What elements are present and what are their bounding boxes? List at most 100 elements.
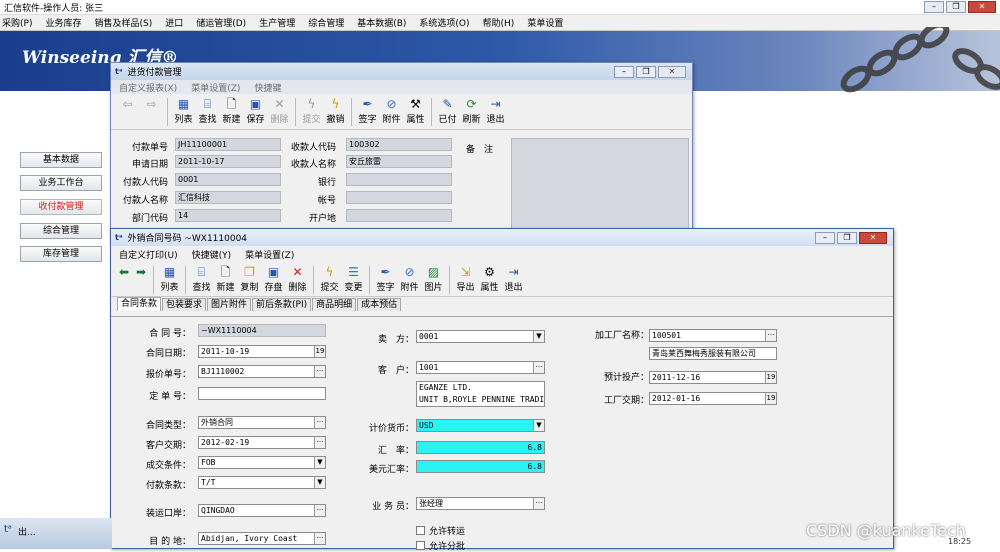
payer-code-field[interactable]: 0001 xyxy=(175,173,281,186)
chevron-down-icon[interactable]: ▼ xyxy=(314,477,325,488)
nav-workbench[interactable]: 业务工作台 xyxy=(20,175,102,191)
close-button[interactable]: ✕ xyxy=(859,231,887,244)
forward-arrow-icon[interactable]: ➡ xyxy=(134,265,148,279)
order-no-field[interactable] xyxy=(198,387,326,400)
change-button[interactable]: ☰ 变更 xyxy=(343,265,364,293)
list-button[interactable]: ▦ 列表 xyxy=(173,97,194,125)
menu-item[interactable]: 系统选项(O) xyxy=(419,16,469,29)
export-button[interactable]: ⇲ 导出 xyxy=(455,265,476,293)
back-arrow-icon[interactable]: ⬅ xyxy=(117,265,131,279)
exchange-rate-field[interactable]: 6.8 xyxy=(416,441,545,454)
remark-textarea[interactable] xyxy=(511,138,689,233)
menu-item[interactable]: 销售及样品(S) xyxy=(94,16,152,29)
ellipsis-icon[interactable]: ··· xyxy=(314,437,325,448)
port-field[interactable]: QINGDAO ··· xyxy=(198,504,326,517)
attachment-button[interactable]: ⊘ 附件 xyxy=(381,97,402,125)
maximize-button[interactable]: ❐ xyxy=(837,231,857,244)
ellipsis-icon[interactable]: ··· xyxy=(533,498,544,509)
sign-button[interactable]: ✒ 签字 xyxy=(375,265,396,293)
back-arrow-icon[interactable]: ⇦ xyxy=(117,97,138,111)
calendar-icon[interactable]: 19 xyxy=(765,393,776,404)
new-button[interactable]: 🗋 新建 xyxy=(215,265,236,293)
menu-item[interactable]: 快捷键(Y) xyxy=(192,248,232,261)
sign-button[interactable]: ✒ 签字 xyxy=(357,97,378,125)
menu-item[interactable]: 综合管理 xyxy=(308,16,344,29)
menu-item[interactable]: 菜单设置 xyxy=(527,16,563,29)
chevron-down-icon[interactable]: ▼ xyxy=(533,331,544,342)
refresh-button[interactable]: ⟳ 刷新 xyxy=(461,97,482,125)
dept-code-field[interactable]: 14 xyxy=(175,209,281,222)
exit-button[interactable]: ⇥ 退出 xyxy=(503,265,524,293)
menu-item[interactable]: 菜单设置(Z) xyxy=(245,248,294,261)
usd-rate-field[interactable]: 6.8 xyxy=(416,460,545,473)
seller-select[interactable]: 0001 ▼ xyxy=(416,330,545,343)
contract-type-field[interactable]: 外销合同 ··· xyxy=(198,416,326,429)
delete-button[interactable]: ✕ 删除 xyxy=(287,265,308,293)
menu-item[interactable]: 储运管理(D) xyxy=(196,16,246,29)
forward-arrow-icon[interactable]: ⇨ xyxy=(141,97,162,111)
calendar-icon[interactable]: 19 xyxy=(314,346,325,357)
picture-button[interactable]: ▨ 图片 xyxy=(423,265,444,293)
find-button[interactable]: ⌸ 查找 xyxy=(191,265,212,293)
menu-item[interactable]: 生产管理 xyxy=(259,16,295,29)
chevron-down-icon[interactable]: ▼ xyxy=(314,457,325,468)
nav-payment-management[interactable]: 收付款管理 xyxy=(20,199,102,215)
nav-basic-data[interactable]: 基本数据 xyxy=(20,152,102,168)
menu-item[interactable]: 自定义报表(X) xyxy=(119,81,177,94)
factory-code-field[interactable]: 100501 ··· xyxy=(649,329,777,342)
contract-no-field[interactable]: ~WX1110004 xyxy=(198,324,326,337)
salesman-field[interactable]: 张经理 ··· xyxy=(416,497,545,510)
minimize-button[interactable]: – xyxy=(815,231,835,244)
menu-item[interactable]: 进口 xyxy=(165,16,183,29)
factory-name-field[interactable]: 青岛莱西舞梅秀服装有限公司 xyxy=(649,347,777,360)
ellipsis-icon[interactable]: ··· xyxy=(314,505,325,516)
menu-item[interactable]: 业务库存 xyxy=(45,16,81,29)
buyer-field[interactable]: 1001 ··· xyxy=(416,361,545,374)
exit-button[interactable]: ⇥ 退出 xyxy=(485,97,506,125)
minimize-button[interactable]: – xyxy=(614,65,634,78)
chevron-down-icon[interactable]: ▼ xyxy=(533,420,544,431)
tab-packing[interactable]: 包装要求 xyxy=(162,298,207,311)
submit-button[interactable]: ϟ 提交 xyxy=(319,265,340,293)
quote-no-field[interactable]: BJ1110002 ··· xyxy=(198,365,326,378)
deal-terms-select[interactable]: FOB ▼ xyxy=(198,456,326,469)
tab-product-details[interactable]: 商品明细 xyxy=(312,298,357,311)
properties-button[interactable]: ⚙ 属性 xyxy=(479,265,500,293)
pay-terms-select[interactable]: T/T ▼ xyxy=(198,476,326,489)
attachment-button[interactable]: ⊘ 附件 xyxy=(399,265,420,293)
nav-integrated-management[interactable]: 综合管理 xyxy=(20,223,102,239)
list-button[interactable]: ▦ 列表 xyxy=(159,265,180,293)
payee-code-field[interactable]: 100302 xyxy=(346,138,452,151)
close-button[interactable]: ✕ xyxy=(658,65,686,78)
payer-name-field[interactable]: 汇信科技 xyxy=(175,191,281,204)
submit-button[interactable]: ϟ 提交 xyxy=(301,97,322,125)
bank-field[interactable] xyxy=(346,173,452,186)
calendar-icon[interactable]: 19 xyxy=(765,372,776,383)
tab-cost-estimate[interactable]: 成本预估 xyxy=(357,298,402,311)
nav-inventory[interactable]: 库存管理 xyxy=(20,246,102,262)
tab-picture-attachments[interactable]: 图片附件 xyxy=(207,298,252,311)
menu-item[interactable]: 自定义打印(U) xyxy=(119,248,178,261)
allow-partial-checkbox[interactable]: 允许分批 xyxy=(416,539,465,552)
apply-date-field[interactable]: 2011-10-17 xyxy=(175,155,281,168)
planned-start-field[interactable]: 2011-12-16 19 xyxy=(649,371,777,384)
destination-field[interactable]: Abidjan, Ivory Coast ··· xyxy=(198,532,326,545)
paid-button[interactable]: ✎ 已付 xyxy=(437,97,458,125)
ellipsis-icon[interactable]: ··· xyxy=(765,330,776,341)
new-button[interactable]: 🗋 新建 xyxy=(221,97,242,125)
payee-name-field[interactable]: 安丘旅雷 xyxy=(346,155,452,168)
taskbar-item[interactable]: 出... xyxy=(18,525,36,538)
minimize-button[interactable]: – xyxy=(924,1,944,13)
maximize-button[interactable]: ❐ xyxy=(946,1,966,13)
ellipsis-icon[interactable]: ··· xyxy=(314,417,325,428)
close-button[interactable]: ✕ xyxy=(968,1,996,13)
save-button[interactable]: ▣ 存盘 xyxy=(263,265,284,293)
revoke-button[interactable]: ϟ 撤销 xyxy=(325,97,346,125)
pay-no-field[interactable]: JH11100001 xyxy=(175,138,281,151)
maximize-button[interactable]: ❐ xyxy=(636,65,656,78)
menu-item[interactable]: 快捷键 xyxy=(254,81,281,94)
save-button[interactable]: ▣ 保存 xyxy=(245,97,266,125)
factory-due-field[interactable]: 2012-01-16 19 xyxy=(649,392,777,405)
menu-item[interactable]: 采购(P) xyxy=(2,16,32,29)
tab-pi-terms[interactable]: 前后条款(PI) xyxy=(252,298,312,311)
